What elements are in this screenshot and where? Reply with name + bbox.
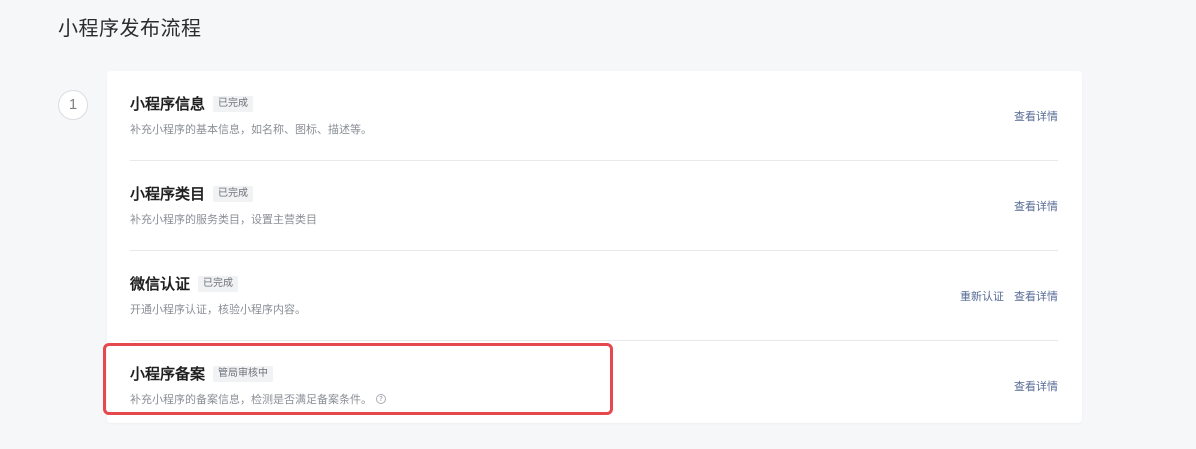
status-badge: 已完成 bbox=[213, 95, 254, 112]
item-title: 小程序备案 bbox=[130, 365, 206, 383]
view-details-link[interactable]: 查看详情 bbox=[1014, 288, 1058, 304]
step-item-filing: 小程序备案 管局审核中 补充小程序的备案信息，检测是否满足备案条件。 ? 查看详… bbox=[130, 341, 1058, 423]
help-icon[interactable]: ? bbox=[376, 394, 386, 404]
item-description: 补充小程序的服务类目，设置主营类目 bbox=[130, 213, 317, 226]
item-description: 补充小程序的基本信息，如名称、图标、描述等。 bbox=[130, 123, 372, 136]
item-title: 小程序类目 bbox=[130, 185, 206, 203]
status-badge: 管局审核中 bbox=[213, 365, 274, 382]
step-item-info: 小程序信息 已完成 补充小程序的基本信息，如名称、图标、描述等。 查看详情 bbox=[130, 71, 1058, 161]
step-item-category: 小程序类目 已完成 补充小程序的服务类目，设置主营类目 查看详情 bbox=[130, 161, 1058, 251]
view-details-link[interactable]: 查看详情 bbox=[1014, 378, 1058, 394]
item-title: 微信认证 bbox=[130, 275, 191, 293]
item-description: 补充小程序的备案信息，检测是否满足备案条件。 ? bbox=[130, 391, 386, 407]
status-badge: 已完成 bbox=[213, 185, 254, 202]
view-details-link[interactable]: 查看详情 bbox=[1014, 198, 1058, 214]
publish-steps-card: 小程序信息 已完成 补充小程序的基本信息，如名称、图标、描述等。 查看详情 小程… bbox=[107, 71, 1082, 423]
status-badge: 已完成 bbox=[198, 275, 239, 292]
re-verify-link[interactable]: 重新认证 bbox=[960, 288, 1004, 304]
view-details-link[interactable]: 查看详情 bbox=[1014, 108, 1058, 124]
page-title: 小程序发布流程 bbox=[58, 16, 202, 40]
step-number-circle: 1 bbox=[58, 90, 88, 120]
item-title: 小程序信息 bbox=[130, 95, 206, 113]
step-item-wechat-verification: 微信认证 已完成 开通小程序认证，核验小程序内容。 重新认证 查看详情 bbox=[130, 251, 1058, 341]
item-description: 开通小程序认证，核验小程序内容。 bbox=[130, 303, 306, 316]
